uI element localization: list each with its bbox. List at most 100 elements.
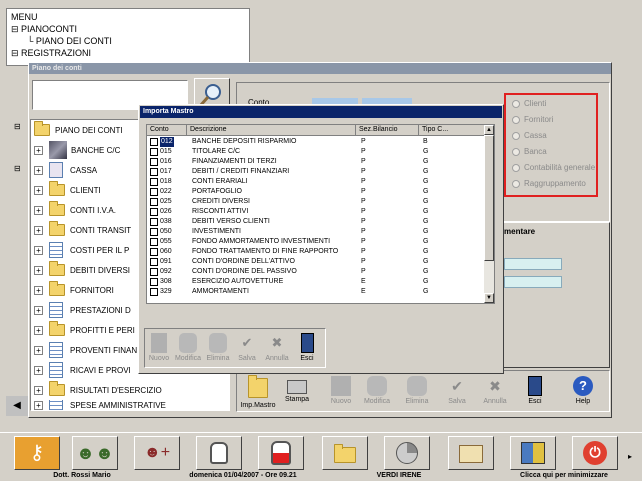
table-row[interactable]: 017 DEBITI / CREDITI FINANZIARI P G <box>147 167 485 177</box>
row-checkbox[interactable] <box>150 228 158 236</box>
cell-descrizione: CONTI D'ORDINE DELL'ATTIVO <box>192 258 295 265</box>
cell-tipo: G <box>423 268 429 275</box>
modifica-button[interactable]: Modifica <box>362 374 392 408</box>
dialog-salva-button[interactable]: ✔ Salva <box>234 331 260 365</box>
stampa-button[interactable]: Stampa <box>282 374 312 408</box>
table-row[interactable]: 012 BANCHE DEPOSITI RISPARMIO P B <box>147 137 485 147</box>
annulla-button[interactable]: ✖ Annulla <box>480 374 510 408</box>
tree-item-risultati[interactable]: + RISULTATI D'ESERCIZIO <box>34 380 214 400</box>
row-checkbox[interactable] <box>150 198 158 206</box>
radio-fornitori[interactable]: Fornitori <box>512 115 553 124</box>
table-vscroll[interactable]: ▲ ▼ <box>484 125 494 303</box>
table-row[interactable]: 308 ESERCIZIO AUTOVETTURE E G <box>147 277 485 287</box>
row-checkbox[interactable] <box>150 278 158 286</box>
row-checkbox[interactable] <box>150 258 158 266</box>
dialog-esci-button[interactable]: Esci <box>294 331 320 365</box>
book-icon <box>459 445 483 463</box>
document-icon <box>49 362 63 378</box>
cell-descrizione: BANCHE DEPOSITI RISPARMIO <box>192 138 297 145</box>
col-header-sez-bilancio[interactable]: Sez.Bilancio <box>356 125 419 136</box>
table-row[interactable]: 329 AMMORTAMENTI E G <box>147 287 485 297</box>
table-row[interactable]: 018 CONTI ERARIALI P G <box>147 177 485 187</box>
chart-button[interactable] <box>384 436 430 470</box>
document-icon <box>49 342 63 358</box>
row-checkbox[interactable] <box>150 268 158 276</box>
col-header-conto[interactable]: Conto <box>147 125 187 136</box>
dialog-nuovo-button[interactable]: Nuovo <box>146 331 172 365</box>
tooth-button[interactable] <box>196 436 242 470</box>
scroll-up-icon[interactable]: ▲ <box>484 125 494 135</box>
row-checkbox[interactable] <box>150 238 158 246</box>
table-row[interactable]: 026 RISCONTI ATTIVI P G <box>147 207 485 217</box>
patients-button[interactable]: ☻☻ <box>72 436 118 470</box>
table-row[interactable]: 022 PORTAFOGLIO P G <box>147 187 485 197</box>
scroll-thumb[interactable] <box>484 135 494 261</box>
row-checkbox[interactable] <box>150 248 158 256</box>
main-menu-tree[interactable]: MENU ⊟ PIANOCONTI └ PIANO DEI CONTI ⊟ RE… <box>6 8 250 66</box>
menu-item-pianoconti[interactable]: ⊟ PIANOCONTI <box>11 23 245 35</box>
nuovo-button[interactable]: Nuovo <box>326 374 356 408</box>
row-checkbox[interactable] <box>150 288 158 296</box>
menu-item-piano-dei-conti[interactable]: └ PIANO DEI CONTI <box>11 35 245 47</box>
tree-hscroll[interactable]: ◀ <box>6 396 28 416</box>
col-header-tipo[interactable]: Tipo C... <box>419 125 485 136</box>
radio-banca[interactable]: Banca <box>512 147 547 156</box>
row-checkbox[interactable] <box>150 168 158 176</box>
tooth-red-button[interactable] <box>258 436 304 470</box>
cell-conto: 012 <box>160 137 174 147</box>
taskbar-overflow-icon[interactable]: ▸ <box>628 452 632 461</box>
row-checkbox[interactable] <box>150 208 158 216</box>
radio-cassa[interactable]: Cassa <box>512 131 547 140</box>
scroll-down-icon[interactable]: ▼ <box>484 293 494 303</box>
table-row[interactable]: 038 DEBITI VERSO CLIENTI P G <box>147 217 485 227</box>
notes-field-1[interactable] <box>504 258 562 270</box>
help-button[interactable]: ? Help <box>568 374 598 408</box>
row-checkbox[interactable] <box>150 138 158 146</box>
status-datetime: domenica 01/04/2007 - Ore 09.21 <box>189 472 297 479</box>
row-checkbox[interactable] <box>150 218 158 226</box>
table-row[interactable]: 060 FONDO TRATTAMENTO DI FINE RAPPORTO P G <box>147 247 485 257</box>
folder-button[interactable] <box>322 436 368 470</box>
radio-clienti[interactable]: Clienti <box>512 99 546 108</box>
row-checkbox[interactable] <box>150 158 158 166</box>
tools-button[interactable] <box>510 436 556 470</box>
book-button[interactable] <box>448 436 494 470</box>
status-minimize[interactable]: Clicca qui per minimizzare <box>502 471 626 481</box>
radio-contabilita-generale[interactable]: Contabilità generale <box>512 163 595 172</box>
help-icon: ? <box>573 376 593 396</box>
status-user: Dott. Rossi Mario <box>53 472 111 479</box>
table-row[interactable]: 092 CONTI D'ORDINE DEL PASSIVO P G <box>147 267 485 277</box>
salva-button[interactable]: ✔ Salva <box>442 374 472 408</box>
check-icon: ✔ <box>241 335 253 350</box>
folder-icon <box>49 181 65 196</box>
expand-icon: + <box>34 225 43 235</box>
row-checkbox[interactable] <box>150 148 158 156</box>
table-row[interactable]: 016 FINANZIAMENTI DI TERZI P G <box>147 157 485 167</box>
menu-item-registrazioni[interactable]: ⊟ REGISTRAZIONI <box>11 47 245 59</box>
mastro-table[interactable]: Conto Descrizione Sez.Bilancio Tipo C...… <box>146 124 495 304</box>
add-patient-button[interactable]: ☻+ <box>134 436 180 470</box>
notes-field-2[interactable] <box>504 276 562 288</box>
pie-chart-icon <box>396 442 418 464</box>
cell-conto: 091 <box>160 258 172 265</box>
dialog-modifica-button[interactable]: Modifica <box>172 331 204 365</box>
expand-icon: + <box>34 385 43 395</box>
expand-icon: + <box>34 145 43 155</box>
tree-item-spese[interactable]: + SPESE AMMINISTRATIVE <box>34 400 214 410</box>
dialog-elimina-button[interactable]: Elimina <box>204 331 232 365</box>
table-row[interactable]: 015 TITOLARE C/C P G <box>147 147 485 157</box>
table-row[interactable]: 091 CONTI D'ORDINE DELL'ATTIVO P G <box>147 257 485 267</box>
table-row[interactable]: 055 FONDO AMMORTAMENTO INVESTIMENTI P G <box>147 237 485 247</box>
esci-button[interactable]: Esci <box>520 374 550 408</box>
table-row[interactable]: 050 INVESTIMENTI P G <box>147 227 485 237</box>
elimina-button[interactable]: Elimina <box>402 374 432 408</box>
imp-mastro-button[interactable]: Imp.Mastro <box>238 374 278 409</box>
key-button[interactable]: ⚷ <box>14 436 60 470</box>
col-header-descrizione[interactable]: Descrizione <box>187 125 356 136</box>
power-button[interactable]: ⏻ <box>572 436 618 470</box>
radio-raggruppamento[interactable]: Raggruppamento <box>512 179 586 188</box>
row-checkbox[interactable] <box>150 178 158 186</box>
table-row[interactable]: 025 CREDITI DIVERSI P G <box>147 197 485 207</box>
row-checkbox[interactable] <box>150 188 158 196</box>
dialog-annulla-button[interactable]: ✖ Annulla <box>262 331 292 365</box>
